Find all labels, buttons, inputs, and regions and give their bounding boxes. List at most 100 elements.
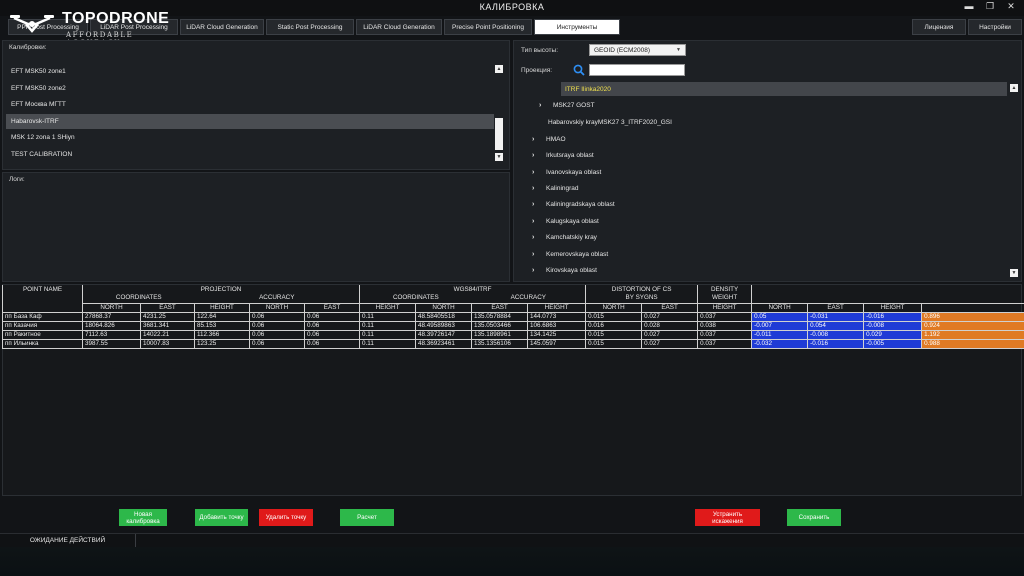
col-header: HEIGHT — [863, 302, 923, 313]
height-type-value: GEOID (ECM2008) — [594, 46, 650, 54]
col-header: HEIGHT — [194, 302, 250, 313]
chevron-right-icon[interactable]: › — [532, 169, 546, 176]
table-cell: 0.037 — [697, 311, 753, 322]
chevron-right-icon[interactable]: › — [532, 267, 546, 274]
calibration-item-selected[interactable]: Habarovsk-ITRF — [6, 114, 494, 129]
table-row[interactable]: пп База Каф 27868.37 4231.25 122.64 0.06 0.06… — [2, 311, 1024, 322]
points-table-body: пп База Каф 27868.37 4231.25 122.64 0.06 0.06… — [2, 311, 1024, 349]
table-cell: 135.0578884 — [471, 311, 529, 322]
table-cell: 122.64 — [194, 311, 250, 322]
table-cell: 0.06 — [303, 329, 361, 340]
table-cell: 0.037 — [697, 329, 753, 340]
tree-item-label: MSK27 GOST — [553, 101, 595, 109]
col-header: NORTH — [751, 302, 809, 313]
calculate-button[interactable]: Расчет — [340, 509, 394, 526]
table-cell: -0.008 — [807, 329, 865, 340]
background-strip — [0, 547, 1024, 576]
table-cell: 0.11 — [359, 329, 417, 340]
scroll-up-icon[interactable]: ▲ — [1010, 84, 1018, 92]
chevron-right-icon[interactable]: › — [532, 218, 546, 225]
calibration-item[interactable]: EFT Москва МГТТ — [6, 97, 494, 112]
tab-license[interactable]: Лицензия — [912, 19, 966, 35]
tree-item-itrf-ilinka[interactable]: ITRF Ilinka2020 — [561, 82, 1007, 96]
table-cell: 3681.341 — [140, 320, 195, 331]
chevron-right-icon[interactable]: › — [532, 234, 546, 241]
tree-item-label: Ivanovskaya oblast — [546, 168, 602, 176]
table-cell: 0.028 — [641, 320, 699, 331]
table-cell: 135.1898961 — [471, 329, 529, 340]
calibration-item[interactable]: EFT MSK50 zone2 — [6, 81, 494, 96]
table-cell: 0.06 — [303, 320, 361, 331]
table-cell: 0.054 — [807, 320, 865, 331]
chevron-right-icon[interactable]: › — [532, 251, 546, 258]
table-cell: 0.06 — [303, 311, 361, 322]
table-row[interactable]: пп Ракитное 7112.63 14022.21 112.366 0.06 0.0… — [2, 329, 1024, 340]
calibration-item[interactable]: EFT MSK50 zone1 — [6, 64, 494, 79]
chevron-right-icon[interactable]: › — [532, 185, 546, 192]
tab-ppp[interactable]: Precise Point Positioning — [444, 19, 532, 35]
tree-item-kaliningradskaya[interactable]: › Kaliningradskaya oblast — [532, 197, 615, 211]
tree-item-kemerovo[interactable]: › Kemerovskaya oblast — [532, 247, 608, 261]
delete-point-button[interactable]: Удалить точку — [259, 509, 313, 526]
table-row[interactable]: пп Ильинка 3987.55 10007.83 123.25 0.06 0.06 0… — [2, 338, 1024, 349]
tree-item-ivanovo[interactable]: › Ivanovskaya oblast — [532, 165, 601, 179]
col-header: EAST — [471, 302, 529, 313]
tab-tools[interactable]: Инструменты — [534, 19, 620, 35]
table-cell: 85.153 — [194, 320, 250, 331]
table-cell: 106.6863 — [527, 320, 587, 331]
projection-search-input[interactable] — [589, 64, 685, 76]
tree-item-irkutsk[interactable]: › Irkutsraya oblast — [532, 148, 594, 162]
calibrations-scrollbar[interactable] — [495, 118, 503, 150]
scroll-up-icon[interactable]: ▲ — [495, 65, 503, 73]
new-calibration-button[interactable]: Новая калибровка — [119, 509, 167, 526]
tree-item-habarovsk[interactable]: Habarovskiy krayMSK27 3_ITRF2020_GSI — [548, 115, 672, 129]
tree-item-kamchatka[interactable]: › Kamchatskiy kray — [532, 230, 597, 244]
calibration-item[interactable]: TEST CALIBRATION — [6, 147, 494, 162]
point-name-cell: пп Ракитное — [2, 329, 83, 340]
minimize-icon[interactable]: ▬ — [962, 1, 976, 11]
header-proj-coordinates: COORDINATES — [82, 294, 195, 303]
header-density: DENSITY — [697, 285, 752, 294]
scroll-down-icon[interactable]: ▼ — [495, 153, 503, 161]
header-wgs-coordinates: COORDINATES — [359, 294, 472, 303]
col-header: HEIGHT — [697, 302, 753, 313]
scroll-down-icon[interactable]: ▼ — [1010, 269, 1018, 277]
calibration-item[interactable]: MSK 12 zona 1 SHiyn — [6, 130, 494, 145]
tab-settings[interactable]: Настройки — [968, 19, 1022, 35]
tree-item-msk27-gost[interactable]: › MSK27 GOST — [539, 98, 595, 112]
chevron-right-icon[interactable]: › — [532, 201, 546, 208]
table-cell: 0.05 — [751, 311, 809, 322]
chevron-right-icon[interactable]: › — [539, 102, 553, 109]
height-type-select[interactable]: GEOID (ECM2008) ▼ — [589, 44, 686, 56]
table-cell: 48.39726147 — [415, 329, 473, 340]
tab-lidar-cloud-gen[interactable]: LiDAR Cloud Generation — [356, 19, 442, 35]
table-cell: 0.029 — [863, 329, 923, 340]
save-button[interactable]: Сохранить — [787, 509, 841, 526]
tab-lidar-cloud[interactable]: LiDAR Cloud Generation — [180, 19, 264, 35]
table-cell: 0.11 — [359, 320, 417, 331]
chevron-right-icon[interactable]: › — [532, 136, 546, 143]
tree-item-kirov[interactable]: › Kirovskaya oblast — [532, 263, 597, 277]
col-header: HEIGHT — [359, 302, 417, 313]
tree-item-hmao[interactable]: › HMAO — [532, 132, 566, 146]
table-cell: 27868.37 — [82, 311, 141, 322]
table-cell: -0.016 — [807, 338, 865, 349]
table-cell: 0.037 — [697, 338, 753, 349]
add-point-button[interactable]: Добавить точку — [195, 509, 248, 526]
tab-static[interactable]: Static Post Processing — [266, 19, 354, 35]
search-icon[interactable] — [573, 64, 585, 76]
restore-icon[interactable]: ❐ — [983, 1, 997, 12]
fix-distortions-button[interactable]: Устранить искажения — [695, 509, 760, 526]
tree-item-label: Kemerovskaya oblast — [546, 250, 609, 258]
table-cell: 0.015 — [585, 329, 643, 340]
close-icon[interactable]: ✕ — [1004, 1, 1018, 12]
table-row[interactable]: пп Казачия 18064.826 3681.341 85.153 0.06 0.0… — [2, 320, 1024, 331]
tree-item-kaluga[interactable]: › Kalugskaya oblast — [532, 214, 599, 228]
chevron-right-icon[interactable]: › — [532, 152, 546, 159]
chevron-down-icon: ▼ — [676, 47, 681, 53]
table-cell: 0.988 — [921, 338, 1024, 349]
table-cell: -0.011 — [751, 329, 809, 340]
tree-item-label: Habarovskiy krayMSK27 3_ITRF2020_GSI — [548, 118, 672, 126]
tree-item-kaliningrad[interactable]: › Kaliningrad — [532, 181, 579, 195]
status-bar: ОЖИДАНИЕ ДЕЙСТВИЙ — [0, 533, 1024, 547]
